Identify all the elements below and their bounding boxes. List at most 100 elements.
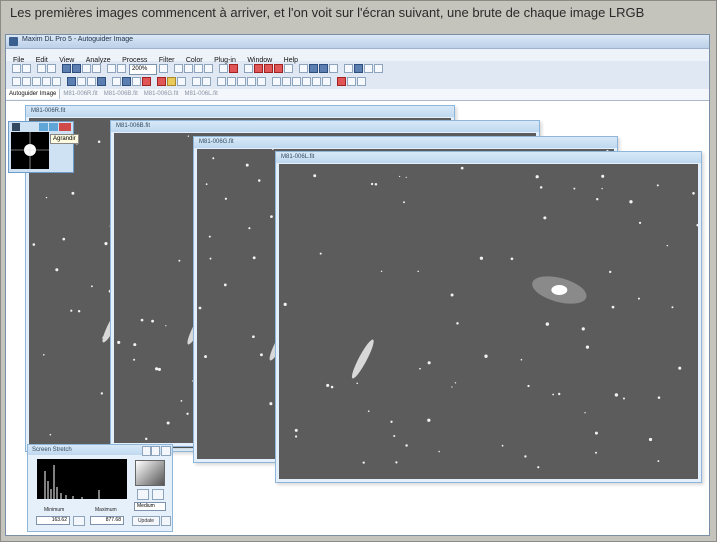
rotate-right-icon[interactable] [202, 77, 211, 86]
star-icon[interactable] [244, 64, 253, 73]
record-icon[interactable] [264, 64, 273, 73]
zoom-out-icon[interactable] [117, 64, 126, 73]
rotate-left-icon[interactable] [192, 77, 201, 86]
tab-m81-g[interactable]: M81-006G.fit [141, 89, 182, 99]
redo-icon[interactable] [47, 64, 56, 73]
star [100, 392, 104, 395]
star [133, 358, 136, 361]
fit-icon[interactable] [159, 64, 168, 73]
frame-icon[interactable] [319, 64, 328, 73]
zoom-select[interactable]: 200% [129, 64, 157, 75]
page-icon[interactable] [87, 77, 96, 86]
grid-icon[interactable] [77, 77, 86, 86]
mirror-icon[interactable] [302, 77, 311, 86]
chart-icon[interactable] [364, 64, 373, 73]
cancel-icon[interactable] [274, 64, 283, 73]
number-icon[interactable] [157, 77, 166, 86]
magnify-minus-icon[interactable] [32, 77, 41, 86]
star [527, 384, 530, 388]
crosshair-icon[interactable] [229, 64, 238, 73]
filter-icon[interactable] [344, 64, 353, 73]
update-button[interactable]: Update [132, 516, 160, 526]
calibrate-icon[interactable] [204, 64, 213, 73]
crop-icon[interactable] [219, 64, 228, 73]
magnify-plus-icon[interactable] [22, 77, 31, 86]
zoom-in-icon[interactable] [107, 64, 116, 73]
open-icon[interactable] [12, 64, 21, 73]
image-icon[interactable] [67, 77, 76, 86]
galaxy-m81-core [551, 285, 568, 295]
tab-autoguider[interactable]: Autoguider Image [6, 89, 61, 99]
star [479, 256, 484, 260]
monitor-icon[interactable] [122, 77, 131, 86]
combine-icon[interactable] [227, 77, 236, 86]
sharpen-icon[interactable] [322, 77, 331, 86]
blue-square-icon[interactable] [97, 77, 106, 86]
save-icon[interactable] [22, 64, 31, 73]
settings-icon[interactable] [82, 64, 91, 73]
stack-icon[interactable] [194, 64, 203, 73]
star [454, 382, 457, 384]
telescope-icon[interactable] [72, 64, 81, 73]
box-icon[interactable] [329, 64, 338, 73]
note-icon[interactable] [177, 77, 186, 86]
maximize-button[interactable] [49, 123, 58, 131]
color-icon[interactable] [354, 64, 363, 73]
more-button[interactable] [161, 516, 171, 526]
maximum-label: Maximum [95, 507, 117, 513]
folder-icon[interactable] [167, 77, 176, 86]
curve-icon[interactable] [374, 64, 383, 73]
close-stretch-button[interactable] [161, 446, 171, 456]
minimum-field[interactable]: 163.62 [36, 516, 70, 525]
image-window-l[interactable]: M81-006L.fit [275, 151, 702, 483]
stop-icon[interactable] [254, 64, 263, 73]
close-button[interactable] [59, 123, 71, 131]
thumb-system-icon[interactable] [12, 123, 20, 131]
mask-icon[interactable] [284, 64, 293, 73]
table-icon[interactable] [132, 77, 141, 86]
screen-icon[interactable] [112, 77, 121, 86]
swap-icon[interactable] [73, 516, 85, 526]
minimize-button[interactable] [39, 123, 48, 131]
zoom-out-button[interactable] [152, 489, 164, 500]
star [70, 309, 73, 312]
star [678, 366, 682, 370]
info-icon[interactable] [357, 77, 366, 86]
camera-icon[interactable] [62, 64, 71, 73]
star [208, 235, 211, 238]
stretch-icon[interactable] [174, 64, 183, 73]
maximum-field[interactable]: 877.68 [90, 516, 124, 525]
merge-icon[interactable] [257, 77, 266, 86]
binning-icon[interactable] [282, 77, 291, 86]
pin-icon[interactable] [142, 446, 151, 456]
alert-icon[interactable] [337, 77, 346, 86]
zoom-in-button[interactable] [137, 489, 149, 500]
autoguider-thumbnail-window[interactable] [8, 121, 74, 173]
pan-icon[interactable] [52, 77, 61, 86]
compare-icon[interactable] [247, 77, 256, 86]
help-icon[interactable] [347, 77, 356, 86]
help-button[interactable] [151, 446, 160, 456]
star [272, 149, 274, 151]
scale-icon[interactable] [312, 77, 321, 86]
tab-m81-l[interactable]: M81-006L.fit [181, 89, 220, 99]
blink-icon[interactable] [237, 77, 246, 86]
hand-icon[interactable] [92, 64, 101, 73]
graph-icon[interactable] [299, 64, 308, 73]
guide-icon[interactable] [309, 64, 318, 73]
stretch-mode-select[interactable]: Medium [134, 502, 166, 511]
tab-m81-r[interactable]: M81-006R.fit [60, 89, 100, 99]
undo-icon[interactable] [37, 64, 46, 73]
flip-icon[interactable] [292, 77, 301, 86]
image-canvas-l[interactable] [279, 164, 698, 479]
histogram-icon[interactable] [184, 64, 193, 73]
star [133, 343, 137, 347]
star [450, 293, 454, 297]
split-icon[interactable] [272, 77, 281, 86]
star [71, 191, 75, 195]
red-tool-icon[interactable] [142, 77, 151, 86]
search-icon[interactable] [42, 77, 51, 86]
magnify-icon[interactable] [12, 77, 21, 86]
tab-m81-b[interactable]: M81-006B.fit [101, 89, 141, 99]
align-icon[interactable] [217, 77, 226, 86]
